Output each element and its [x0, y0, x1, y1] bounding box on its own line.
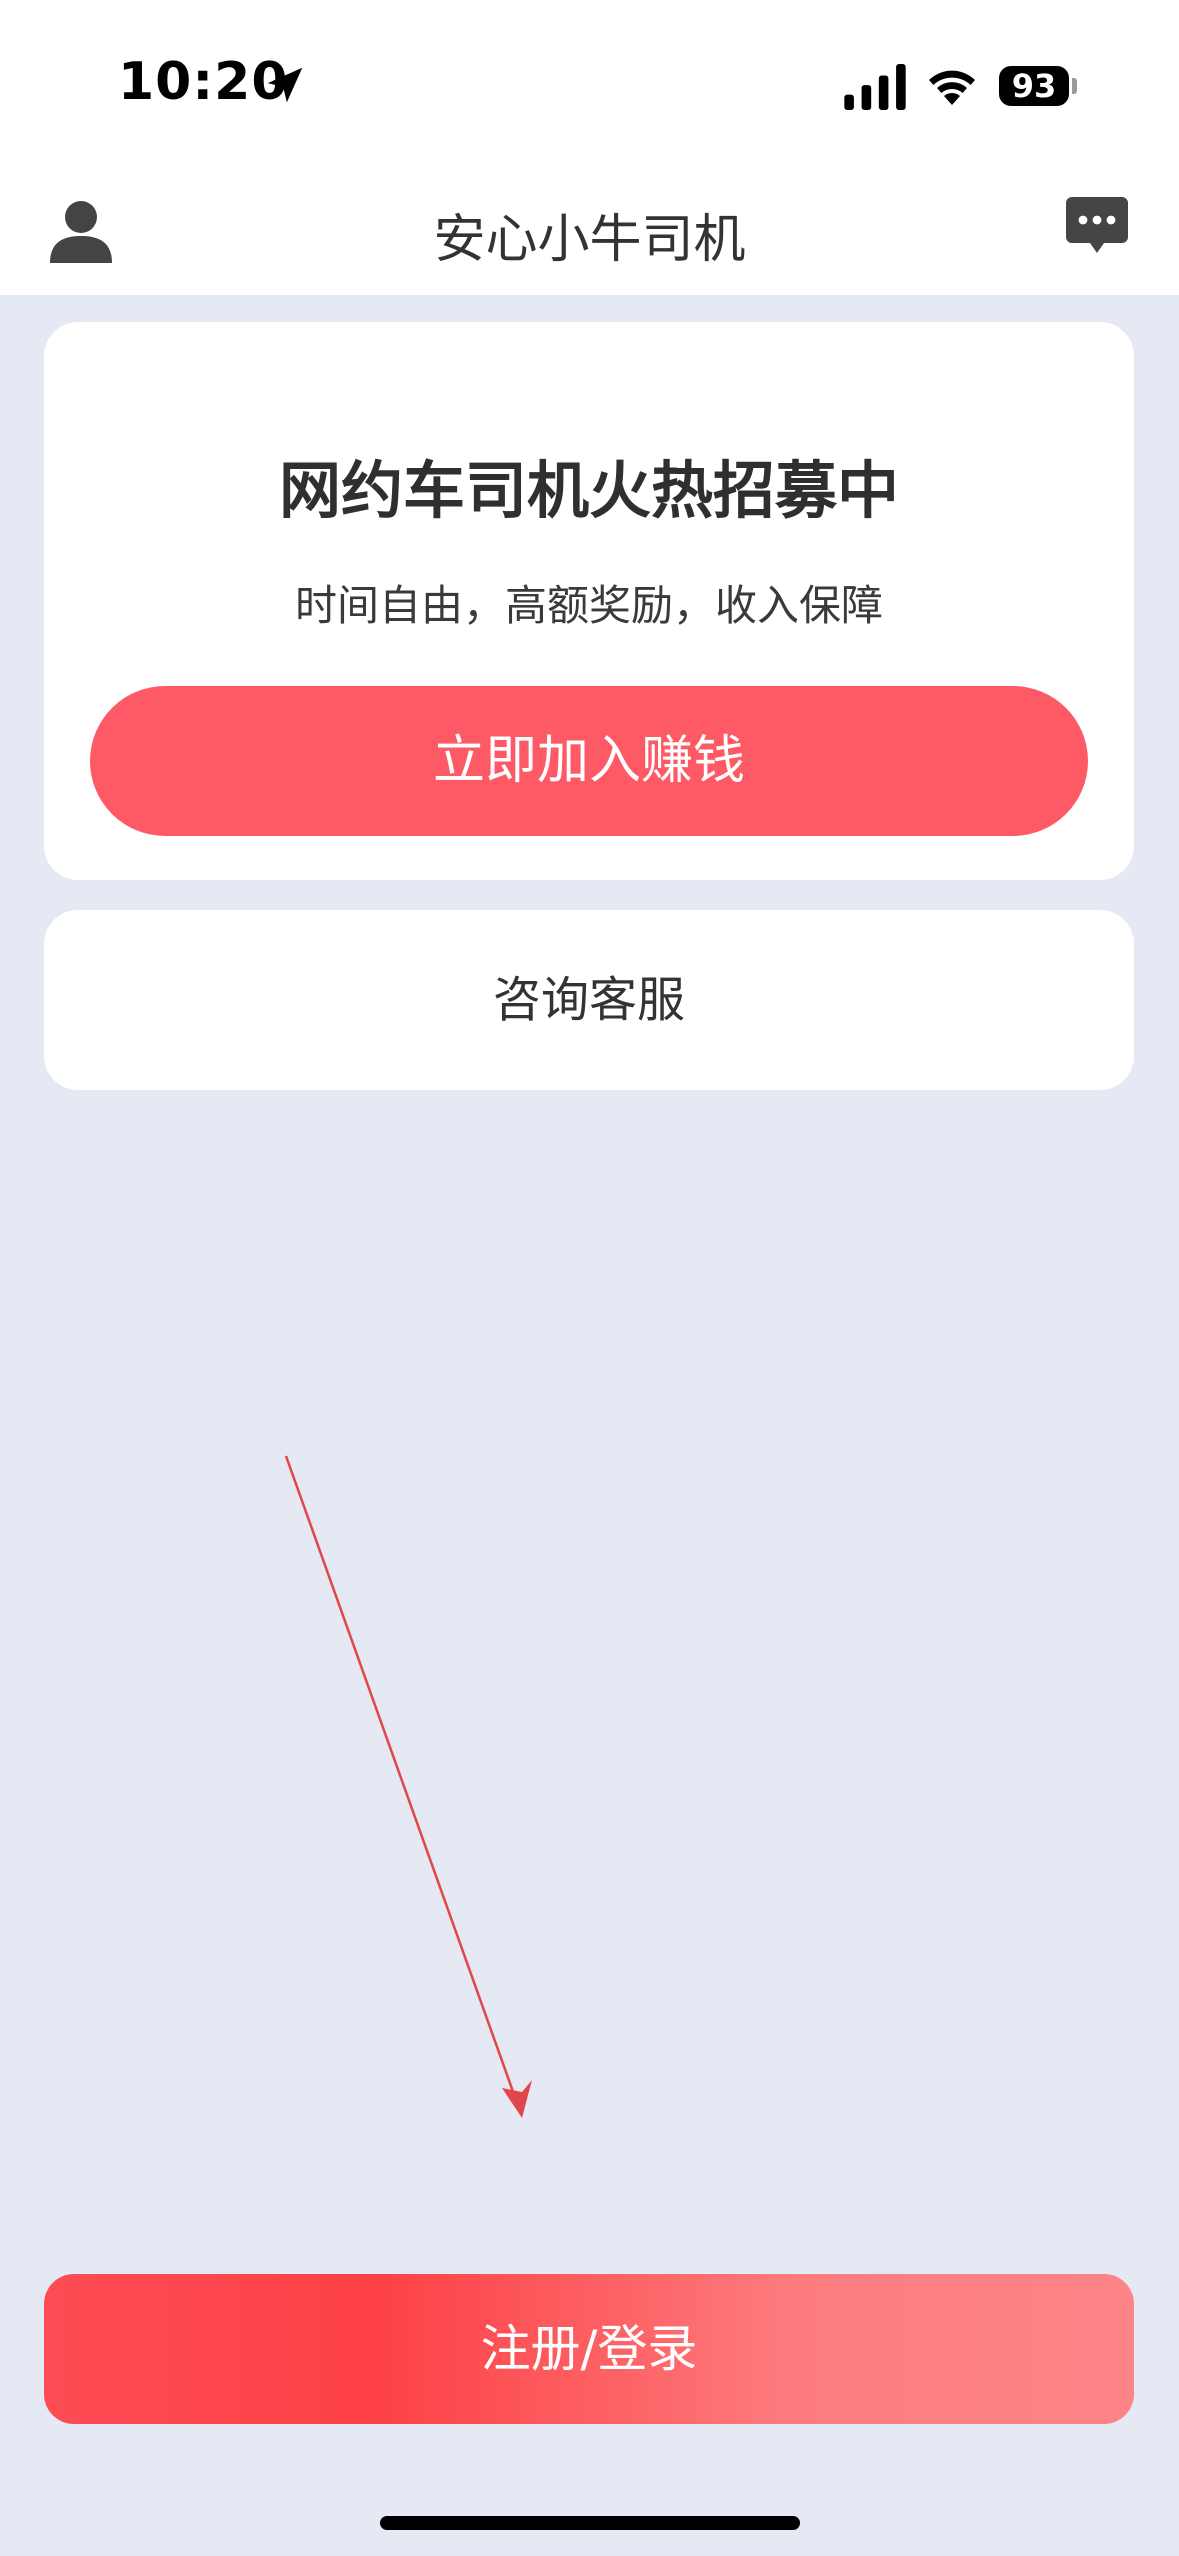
customer-service-label: 咨询客服 — [492, 972, 685, 1028]
join-earn-button[interactable]: 立即加入赚钱 — [90, 686, 1088, 836]
recruit-title: 网约车司机火热招募中 — [278, 454, 899, 527]
customer-service-button[interactable]: 咨询客服 — [44, 910, 1134, 1090]
annotation-arrow — [284, 1455, 532, 2118]
battery-icon: 93 — [999, 66, 1069, 106]
register-login-button[interactable]: 注册/登录 — [44, 2274, 1134, 2424]
cellular-signal-icon — [844, 64, 906, 110]
message-icon[interactable] — [1066, 197, 1128, 257]
home-indicator — [380, 2516, 800, 2530]
page-title: 安心小牛司机 — [433, 210, 746, 270]
wifi-icon — [929, 70, 975, 105]
battery-cap — [1072, 78, 1077, 94]
recruit-subtitle: 时间自由，高额奖励，收入保障 — [294, 581, 883, 630]
nav-bar: 安心小牛司机 — [0, 175, 1179, 295]
status-bar: 10:20 93 — [0, 0, 1179, 175]
battery-level: 93 — [1011, 67, 1057, 105]
location-arrow-icon — [267, 67, 303, 103]
recruit-card: 网约车司机火热招募中 时间自由，高额奖励，收入保障 立即加入赚钱 — [44, 322, 1134, 880]
